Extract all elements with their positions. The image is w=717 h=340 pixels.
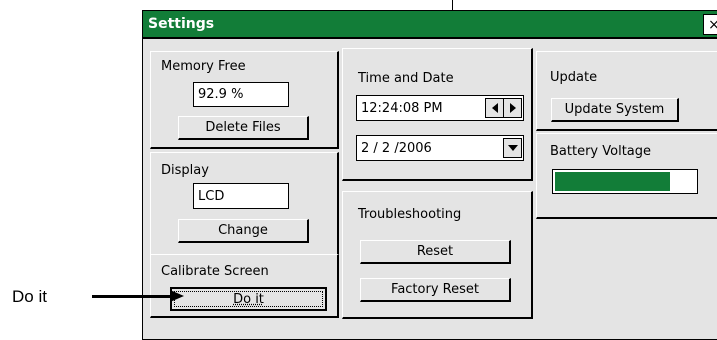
- time-date-group: Time and Date 12:24:08 PM 2 / 2 /2006: [342, 48, 533, 181]
- arrow-left-icon: [491, 103, 498, 113]
- reset-label: Reset: [416, 244, 454, 259]
- battery-voltage-label: Battery Voltage: [550, 144, 652, 159]
- time-date-label: Time and Date: [358, 71, 454, 86]
- arrow-right-icon: [509, 103, 516, 113]
- delete-files-label: Delete Files: [205, 120, 281, 135]
- do-it-button[interactable]: Do it: [170, 287, 327, 311]
- factory-reset-label: Factory Reset: [391, 282, 479, 297]
- factory-reset-button[interactable]: Factory Reset: [360, 278, 511, 302]
- display-value: LCD: [193, 183, 289, 209]
- change-button[interactable]: Change: [178, 219, 309, 243]
- troubleshooting-label: Troubleshooting: [358, 207, 462, 222]
- troubleshooting-group: Troubleshooting Reset Factory Reset: [342, 191, 533, 319]
- callout-arrow-line: [92, 295, 174, 298]
- battery-voltage-fill: [555, 172, 670, 191]
- title-bar: Settings ×: [143, 11, 717, 39]
- close-icon: ×: [708, 16, 717, 33]
- window-title: Settings: [148, 16, 215, 32]
- update-label: Update: [550, 70, 598, 85]
- callout-arrow-head: [170, 290, 184, 302]
- delete-files-button[interactable]: Delete Files: [178, 116, 309, 140]
- calibrate-screen-label: Calibrate Screen: [161, 264, 269, 279]
- display-group: Display LCD Change: [150, 152, 339, 256]
- update-group: Update Update System: [536, 51, 717, 131]
- update-system-label: Update System: [564, 102, 665, 117]
- reset-button[interactable]: Reset: [360, 240, 511, 264]
- chevron-down-icon: [507, 145, 518, 151]
- close-button[interactable]: ×: [703, 14, 717, 35]
- date-value: 2 / 2 /2006: [361, 140, 432, 156]
- display-label: Display: [161, 163, 209, 178]
- time-increment-button[interactable]: [503, 98, 522, 118]
- time-value: 12:24:08 PM: [361, 100, 443, 116]
- do-it-label: Do it: [233, 291, 264, 307]
- battery-voltage-bar: [552, 169, 698, 194]
- change-label: Change: [218, 223, 268, 238]
- update-system-button[interactable]: Update System: [551, 98, 679, 122]
- memory-free-value: 92.9 %: [193, 82, 289, 107]
- callout-label: Do it: [12, 287, 47, 306]
- date-select[interactable]: 2 / 2 /2006: [356, 135, 524, 161]
- memory-free-group: Memory Free 92.9 % Delete Files: [150, 51, 339, 149]
- time-decrement-button[interactable]: [485, 98, 504, 118]
- memory-free-label: Memory Free: [161, 59, 246, 74]
- date-dropdown-button[interactable]: [503, 138, 522, 158]
- battery-voltage-group: Battery Voltage: [536, 133, 717, 219]
- calibrate-screen-group: Calibrate Screen Do it: [150, 254, 339, 318]
- settings-window: Settings × Memory Free 92.9 % Delete Fil…: [142, 10, 717, 340]
